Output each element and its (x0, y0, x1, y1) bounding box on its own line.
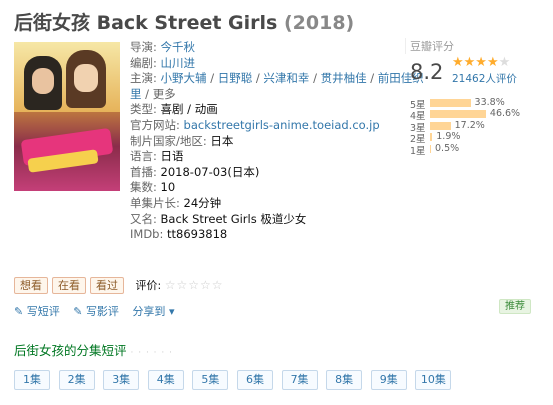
write-review-link[interactable]: ✎ 写影评 (73, 305, 119, 318)
writer-link[interactable]: 山川进 (161, 56, 196, 70)
duration-value: 24分钟 (183, 195, 222, 210)
more-cast-link[interactable]: 更多 (153, 87, 176, 101)
episodes-row: 集数: 10 (130, 180, 176, 195)
duration-row: 单集片长: 24分钟 (130, 195, 222, 210)
rating-distribution: 5星 33.8% 4星 46.6% 3星 17.2% 2星 1.9% 1星 0.5% (410, 97, 540, 157)
episode-button[interactable]: 3集 (103, 370, 140, 390)
rating-bar-fill (430, 144, 431, 153)
episode-button[interactable]: 10集 (415, 370, 452, 390)
rating-bar-percent: 33.8% (474, 97, 505, 108)
country-value: 日本 (210, 133, 234, 148)
action-links: ✎ 写短评 ✎ 写影评 分享到 ▾ (14, 303, 184, 319)
title-name: 后街女孩 Back Street Girls (14, 12, 278, 34)
writer-row: 编剧: 山川进 (130, 55, 196, 70)
rating-score: 8.2 (410, 60, 444, 84)
episode-button[interactable]: 6集 (236, 370, 273, 390)
recommend-button[interactable]: 推荐 (499, 299, 531, 314)
cast-link[interactable]: 日野聪 (218, 71, 253, 85)
imdb-value: tt8693818 (167, 227, 228, 242)
official-site-link[interactable]: backstreetgirls-anime.toeiad.co.jp (184, 118, 380, 132)
write-short-review-link[interactable]: ✎ 写短评 (14, 305, 60, 318)
rating-panel: 豆瓣评分 8.2 ★★★★★ 21462人评价 5星 33.8% 4星 46.6% 3星… (405, 38, 540, 157)
episode-button[interactable]: 9集 (370, 370, 407, 390)
episode-button[interactable]: 1集 (14, 370, 50, 390)
episode-button[interactable]: 5集 (192, 370, 229, 390)
rating-stars-icon: ★★★★★ (452, 55, 511, 70)
rating-bar-row: 2星 1.9% (410, 131, 540, 145)
rating-bar-fill (430, 133, 433, 142)
rating-votes-link[interactable]: 21462人评价 (452, 71, 517, 86)
chevron-down-icon: ▾ (168, 305, 175, 318)
share-link[interactable]: 分享到 ▾ (132, 305, 174, 318)
cast-link[interactable]: 小野大辅 (161, 71, 207, 85)
rating-bar-fill (430, 99, 471, 107)
pencil-icon: ✎ (14, 305, 24, 318)
collect-buttons: 想看 在看 看过 评价: ☆☆☆☆☆ (14, 277, 224, 294)
episode-button[interactable]: 2集 (58, 370, 95, 390)
premiere-value: 2018-07-03(日本) (160, 164, 260, 179)
imdb-row: IMDb: tt8693818 (130, 227, 228, 242)
cast-link[interactable]: 兴津和幸 (263, 71, 309, 85)
aka-value: Back Street Girls 极道少女 (160, 211, 307, 226)
episodes-value: 10 (160, 180, 176, 195)
language-value: 日语 (160, 149, 184, 164)
episode-reviews-title: 后街女孩的分集短评 · · · · · · (14, 343, 173, 358)
rating-bar-percent: 17.2% (454, 119, 485, 131)
rating-bar-percent: 46.6% (489, 108, 521, 120)
cast-link[interactable]: 贯井柚佳 (321, 71, 367, 85)
director-row: 导演: 今千秋 (130, 40, 196, 54)
cast-row-cont: 里 / 更多 (130, 86, 176, 101)
rating-bar-row: 3星 17.2% (410, 119, 540, 134)
rating-label: 豆瓣评分 (405, 38, 540, 54)
pencil-icon: ✎ (73, 305, 83, 318)
watched-button[interactable]: 看过 (90, 277, 124, 294)
rating-bar-fill (430, 121, 451, 130)
rating-bar-percent: 1.9% (436, 131, 461, 143)
page-title: 后街女孩 Back Street Girls (2018) (14, 8, 354, 35)
episode-button[interactable]: 4集 (147, 370, 184, 390)
director-link[interactable]: 今千秋 (161, 40, 196, 54)
watching-button[interactable]: 在看 (52, 277, 86, 294)
episode-button[interactable]: 7集 (281, 370, 318, 390)
title-dots: · · · · · · (130, 348, 173, 358)
genre-row: 类型: 喜剧 / 动画 (130, 102, 218, 117)
aka-row: 又名: Back Street Girls 极道少女 (130, 211, 307, 226)
language-row: 语言: 日语 (130, 149, 184, 164)
rate-stars-input[interactable]: ☆☆☆☆☆ (165, 278, 224, 292)
rating-bar-row: 4星 46.6% (410, 108, 540, 122)
rating-bar-percent: 0.5% (435, 142, 460, 154)
premiere-row: 首播: 2018-07-03(日本) (130, 164, 260, 179)
info-panel: 导演: 今千秋 编剧: 山川进 主演: 小野大辅 / 日野聪 / 兴津和幸 / … (130, 40, 424, 243)
title-year: (2018) (283, 12, 355, 34)
cast-link[interactable]: 里 (130, 87, 142, 101)
cast-row: 主演: 小野大辅 / 日野聪 / 兴津和幸 / 贯井柚佳 / 前田佳织 (130, 71, 424, 86)
rating-bar-fill (430, 110, 486, 119)
country-row: 制片国家/地区: 日本 (130, 133, 234, 148)
genre-value: 喜剧 / 动画 (160, 102, 218, 117)
want-button[interactable]: 想看 (14, 277, 48, 294)
rating-bar-row: 5星 33.8% (410, 97, 540, 111)
episode-list: 1集 2集 3集 4集 5集 6集 7集 8集 9集 10集 (14, 368, 460, 390)
rating-bar-row: 1星 0.5% (410, 142, 540, 157)
rating-bar-label: 1星 (410, 145, 426, 157)
poster-image[interactable] (14, 42, 120, 191)
episode-button[interactable]: 8集 (326, 370, 363, 390)
rate-label: 评价: (135, 279, 162, 292)
site-row: 官方网站: backstreetgirls-anime.toeiad.co.jp (130, 117, 380, 132)
